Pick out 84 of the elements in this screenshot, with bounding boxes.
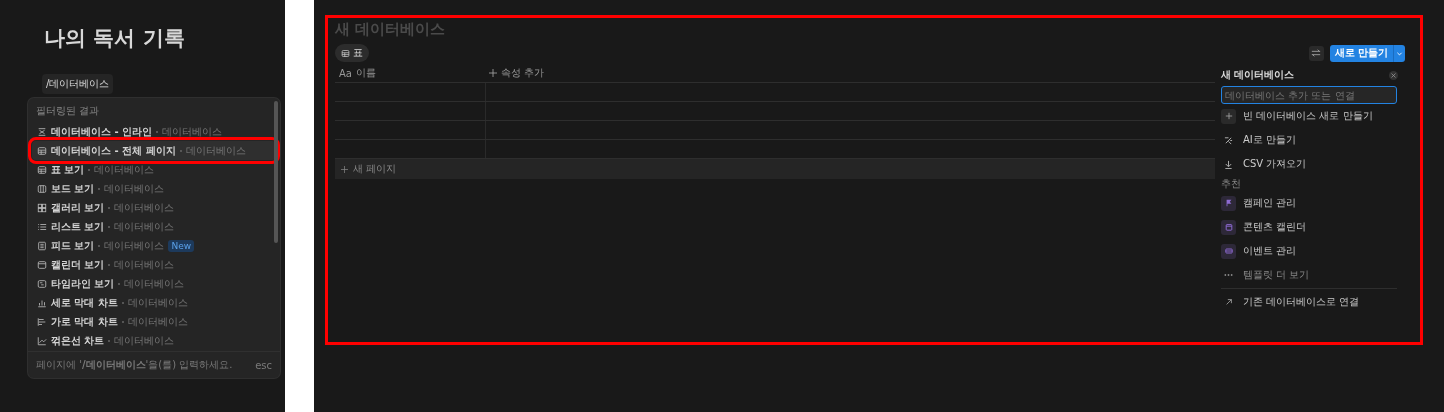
search-field[interactable]: 데이터베이스 추가 또는 연결 [1221, 86, 1397, 104]
swap-icon [1311, 48, 1321, 58]
ticket-icon [1224, 247, 1233, 255]
menu-item[interactable]: 보드 보기 데이터베이스 [32, 179, 276, 198]
gallery-view-icon [37, 202, 47, 213]
flag-icon [1224, 199, 1233, 207]
template-item[interactable]: 이벤트 관리 [1221, 239, 1406, 263]
panel-title: 새 데이터베이스 [1221, 68, 1295, 82]
more-templates-link[interactable]: 템플릿 더 보기 [1221, 263, 1406, 287]
view-tab[interactable]: 표 [335, 44, 369, 62]
template-item[interactable]: 캠페인 관리 [1221, 191, 1406, 215]
timeline-view-icon [37, 278, 47, 289]
new-page-button[interactable]: 새 페이지 [335, 159, 1215, 179]
calendar-view-icon [37, 259, 47, 270]
arrow-icon [1224, 298, 1233, 306]
item-type: 데이터베이스 [114, 219, 175, 234]
close-button[interactable] [1389, 70, 1398, 80]
menu-item[interactable]: 가로 막대 차트 데이터베이스 [32, 312, 276, 331]
dropdown-button[interactable] [1393, 44, 1405, 62]
menu-item[interactable]: 빈 데이터베이스 새로 만들기 [1221, 104, 1406, 128]
scrollbar[interactable] [274, 101, 278, 243]
column-header[interactable]: Aa 이름 [335, 64, 485, 82]
item-label: 보드 보기 [51, 181, 95, 196]
menu-item[interactable]: 세로 막대 차트 데이터베이스 [32, 293, 276, 312]
item-type: 데이터베이스 [104, 181, 165, 196]
item-label: 리스트 보기 [51, 219, 105, 234]
menu-item[interactable]: 피드 보기 데이터베이스 New [32, 236, 276, 255]
menu-item[interactable]: CSV 가져오기 [1221, 152, 1406, 176]
item-label: 가로 막대 차트 [51, 314, 118, 329]
item-type: 데이터베이스 [127, 295, 188, 310]
item-label: 표 보기 [51, 162, 85, 177]
filter-button[interactable] [1308, 45, 1324, 61]
menu-item[interactable]: AI로 만들기 [1221, 128, 1406, 152]
section-label: 필터링된 결과 [35, 104, 101, 118]
hbar-view-icon [37, 316, 47, 327]
item-label: 타임라인 보기 [51, 276, 115, 291]
page-title: 나의 독서 기록 [44, 25, 185, 52]
new-badge: New [168, 239, 195, 252]
create-button[interactable]: 새로 만들기 [1329, 44, 1393, 62]
menu-item[interactable]: 표 보기 데이터베이스 [32, 160, 276, 179]
item-type: 데이터베이스 [127, 314, 188, 329]
template-item[interactable]: 콘텐츠 캘린더 [1221, 215, 1406, 239]
table-icon [341, 48, 350, 58]
hint-text: 페이지에 '/데이터베이스'을(를) 입력하세요. [36, 358, 233, 372]
board-view-icon [37, 183, 47, 194]
item-type: 데이터베이스 [185, 143, 246, 158]
plus-icon [1224, 112, 1233, 120]
plus-icon [341, 165, 348, 173]
menu-item[interactable]: 갤러리 보기 데이터베이스 [32, 198, 276, 217]
menu-item[interactable]: 타임라인 보기 데이터베이스 [32, 274, 276, 293]
section-label: 추천 [1221, 177, 1242, 191]
list-view-icon [37, 221, 47, 232]
item-type: 데이터베이스 [114, 333, 175, 348]
calendar-icon [1224, 223, 1233, 231]
item-label: 갤러리 보기 [51, 200, 105, 215]
feed-view-icon [37, 240, 47, 251]
item-type: 데이터베이스 [162, 124, 223, 139]
item-type: 데이터베이스 [124, 276, 185, 291]
table-view-icon [37, 164, 47, 175]
slash-command[interactable]: /데이터베이스 [42, 74, 114, 94]
download-icon [1224, 159, 1233, 169]
more-icon [1224, 273, 1233, 277]
item-type: 데이터베이스 [104, 238, 165, 253]
item-type: 데이터베이스 [94, 162, 155, 177]
item-label: 꺾은선 차트 [51, 333, 105, 348]
connect-link[interactable]: 기존 데이터베이스로 연결 [1221, 290, 1406, 314]
item-label: 피드 보기 [51, 238, 95, 253]
item-label: 데이터베이스 - 전체 페이지 [51, 143, 176, 158]
item-type: 데이터베이스 [114, 257, 175, 272]
item-type: 데이터베이스 [114, 200, 175, 215]
inline-view-icon [37, 126, 47, 137]
item-label: 세로 막대 차트 [51, 295, 118, 310]
menu-item[interactable]: 꺾은선 차트 데이터베이스 [32, 331, 276, 350]
item-label: 데이터베이스 - 인라인 [51, 124, 153, 139]
add-property-button[interactable]: 속성 추가 [485, 64, 545, 82]
line-view-icon [37, 335, 47, 346]
item-label: 캘린더 보기 [51, 257, 105, 272]
menu-item[interactable]: 데이터베이스 - 인라인 데이터베이스 [32, 122, 276, 141]
plus-icon [489, 69, 497, 77]
menu-item[interactable]: 캘린더 보기 데이터베이스 [32, 255, 276, 274]
close-icon [1391, 72, 1396, 78]
esc-hint: esc [255, 359, 272, 371]
menu-item[interactable]: 리스트 보기 데이터베이스 [32, 217, 276, 236]
table-view-icon [37, 145, 47, 156]
